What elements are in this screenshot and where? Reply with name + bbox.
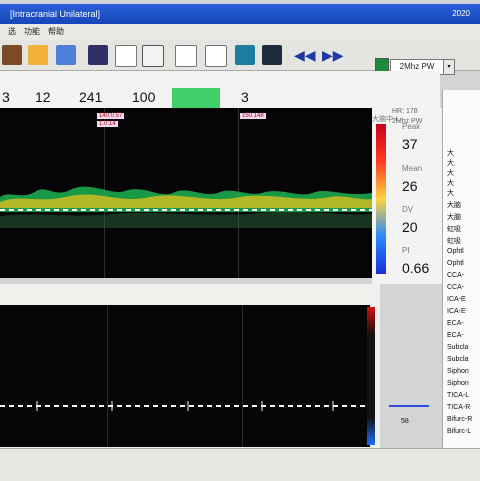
spectrum-canvas <box>0 108 372 278</box>
depth-marker <box>389 405 429 407</box>
vessel-list-item[interactable]: 大 <box>447 148 454 158</box>
window-title: [Intracranial Unilateral] <box>10 9 101 19</box>
rewind-icon[interactable]: ◀◀ <box>294 45 316 65</box>
vessel-list-item[interactable]: ICA-E <box>447 296 466 303</box>
dv-label: DV <box>402 205 414 214</box>
velocity-colorbar <box>376 124 386 274</box>
chart-icon[interactable] <box>235 45 255 65</box>
vessel-list-item[interactable]: 大 <box>447 168 454 178</box>
folder-icon[interactable] <box>28 45 48 65</box>
vessel-list-item[interactable]: ICA-E <box>447 308 466 315</box>
title-right: 2020 <box>452 9 470 18</box>
chevron-down-icon[interactable]: ▾ <box>443 59 455 75</box>
header-value: 241 <box>79 89 103 105</box>
marker-label: 1.0.14 <box>97 121 118 127</box>
header-value: 3 <box>241 89 249 105</box>
pi-value: 0.66 <box>402 260 430 276</box>
vessel-list-item[interactable]: Ophtl <box>447 260 464 267</box>
lower-spectrum-canvas <box>0 305 370 447</box>
fast-forward-icon[interactable]: ▶▶ <box>322 45 344 65</box>
vessel-list-item[interactable]: Bifurc-L <box>447 428 471 435</box>
pi-label: PI <box>402 246 410 255</box>
vessel-list-item[interactable]: 虹吸 <box>447 224 461 234</box>
vessel-list-item[interactable]: 大 <box>447 178 454 188</box>
vessel-list-item[interactable]: Subcla <box>447 356 468 363</box>
window-titlebar: [Intracranial Unilateral] 2020 <box>0 4 480 24</box>
vessel-list-item[interactable]: CCA- <box>447 272 464 279</box>
vessel-list-item[interactable]: CCA- <box>447 284 464 291</box>
menu-item[interactable]: 帮助 <box>48 24 64 40</box>
vessel-list-item[interactable]: Ophtl <box>447 248 464 255</box>
peak-label: Peak <box>402 122 421 131</box>
menu-item[interactable]: 选 <box>8 24 16 40</box>
mean-value: 26 <box>402 178 418 194</box>
vessel-list-item[interactable]: TICA-L <box>447 392 469 399</box>
status-bar <box>0 448 480 481</box>
lower-scale-value: 58 <box>401 418 409 425</box>
vessel-list-item[interactable]: ECA- <box>447 332 464 339</box>
save-icon[interactable] <box>56 45 76 65</box>
header-value: 100 <box>132 89 156 105</box>
wave-icon[interactable] <box>175 45 197 67</box>
vessel-list-item[interactable]: 大脑 <box>447 212 461 222</box>
vessel-list-item[interactable]: Siphon <box>447 380 469 387</box>
vessel-list-item[interactable]: 大 <box>447 158 454 168</box>
vessel-list: 大 大 大 大 大 大脑 大脑 虹吸 虹吸 Ophtl Ophtl CCA- C… <box>442 90 480 448</box>
grid-icon[interactable] <box>262 45 282 65</box>
marker-label: 150.148 <box>240 113 266 119</box>
vessel-list-item[interactable]: Subcla <box>447 344 468 351</box>
pen-icon[interactable] <box>142 45 164 67</box>
menu-item[interactable]: 功能 <box>24 24 40 40</box>
lower-colorbar <box>367 307 375 445</box>
vessel-list-item[interactable]: 大 <box>447 188 454 198</box>
vessel-list-item[interactable]: ECA- <box>447 320 464 327</box>
probe-selector[interactable] <box>375 58 389 72</box>
vessel-list-item[interactable]: 大脑 <box>447 200 461 210</box>
header-value: 12 <box>35 89 51 105</box>
menu-bar: 选 功能 帮助 <box>0 24 480 41</box>
doppler-spectrum: 140.0.57 1.0.14 150.148 <box>0 108 372 278</box>
document-icon[interactable] <box>115 45 137 67</box>
trend-icon[interactable] <box>205 45 227 67</box>
measurement-header: 3 12 241 100 10 3 <box>0 71 440 111</box>
vessel-list-item[interactable]: Bifurc-R <box>447 416 472 423</box>
mean-label: Mean <box>402 164 423 173</box>
film-icon[interactable] <box>88 45 108 65</box>
header-value: 3 <box>2 89 10 105</box>
vessel-list-item[interactable]: 虹吸 <box>447 236 461 246</box>
menu-icon[interactable] <box>2 45 22 65</box>
vessel-list-item[interactable]: TICA-R <box>447 404 470 411</box>
vessel-list-item[interactable]: Siphon <box>447 368 469 375</box>
marker-label: 140.0.57 <box>97 113 125 119</box>
hr-label: HR: 178 <box>392 108 418 115</box>
dv-value: 20 <box>402 219 418 235</box>
peak-value: 37 <box>402 136 418 152</box>
highlighted-value-box <box>172 88 220 109</box>
lower-spectrum <box>0 305 370 447</box>
